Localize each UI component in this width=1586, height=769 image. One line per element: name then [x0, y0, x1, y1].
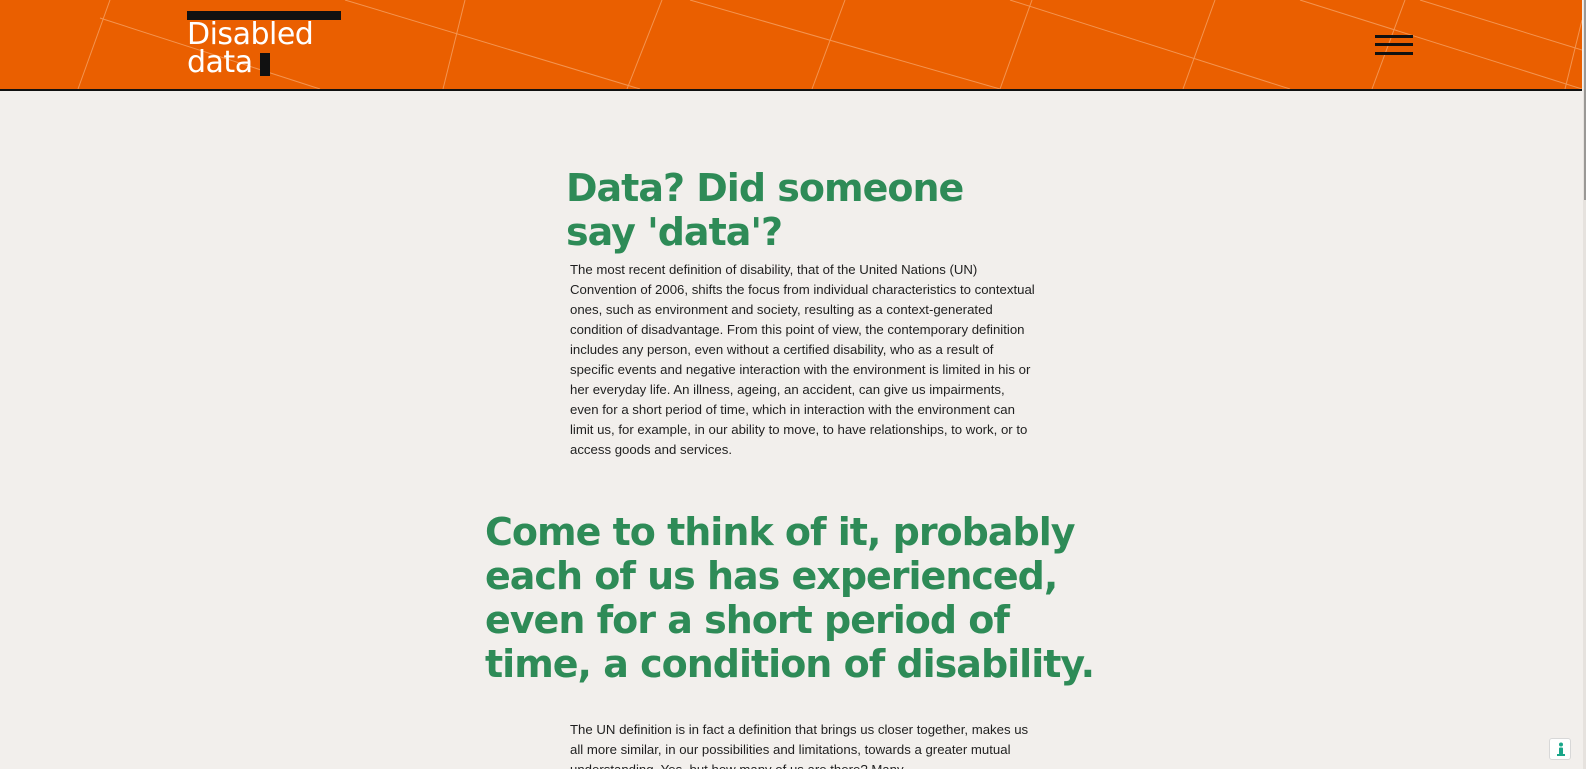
menu-line	[1375, 52, 1413, 55]
highlight-heading: Come to think of it, probably each of us…	[485, 510, 1095, 686]
body-paragraph: The UN definition is in fact a definitio…	[570, 722, 1029, 769]
site-logo[interactable]: Disabled data	[187, 11, 341, 80]
section-heading: Data? Did someone say 'data'?	[566, 166, 964, 254]
logo-cursor-bar	[260, 53, 270, 76]
intro-paragraph: The most recent definition of disability…	[570, 262, 1035, 457]
page: Disabled data Data? Did someone say 'dat…	[0, 0, 1586, 769]
accessibility-glyph	[1557, 742, 1565, 756]
logo-text-line-2: data	[187, 45, 253, 80]
menu-line	[1375, 35, 1413, 38]
menu-line	[1375, 43, 1413, 46]
site-header: Disabled data	[0, 0, 1582, 91]
accessibility-icon[interactable]	[1549, 738, 1571, 760]
hamburger-menu-icon[interactable]	[1375, 34, 1413, 58]
